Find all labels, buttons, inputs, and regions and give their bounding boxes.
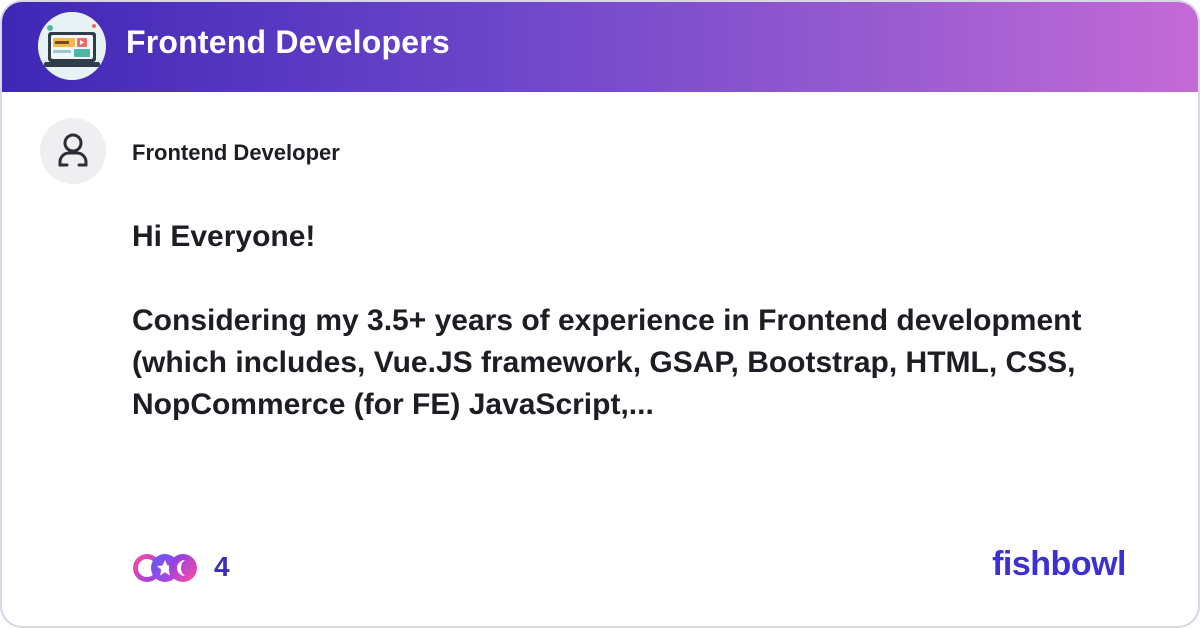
- reactions-summary[interactable]: 4: [132, 550, 230, 584]
- code-editor-illustration-icon[interactable]: [38, 12, 106, 80]
- group-title[interactable]: Frontend Developers: [126, 24, 450, 61]
- reaction-count: 4: [214, 551, 230, 582]
- post-content[interactable]: Hi Everyone! Considering my 3.5+ years o…: [132, 216, 1092, 426]
- brand-logo[interactable]: fishbowl: [992, 545, 1126, 584]
- post-text: Considering my 3.5+ years of experience …: [132, 304, 1082, 421]
- group-header: Frontend Developers: [2, 2, 1198, 92]
- author-name[interactable]: Frontend Developer: [132, 140, 340, 166]
- moon-reaction-icon: [169, 554, 197, 582]
- post-card[interactable]: Frontend Developers Frontend Developer H…: [0, 0, 1200, 628]
- reaction-icons: [132, 550, 202, 584]
- post-greeting: Hi Everyone!: [132, 220, 316, 253]
- user-icon[interactable]: [40, 118, 106, 184]
